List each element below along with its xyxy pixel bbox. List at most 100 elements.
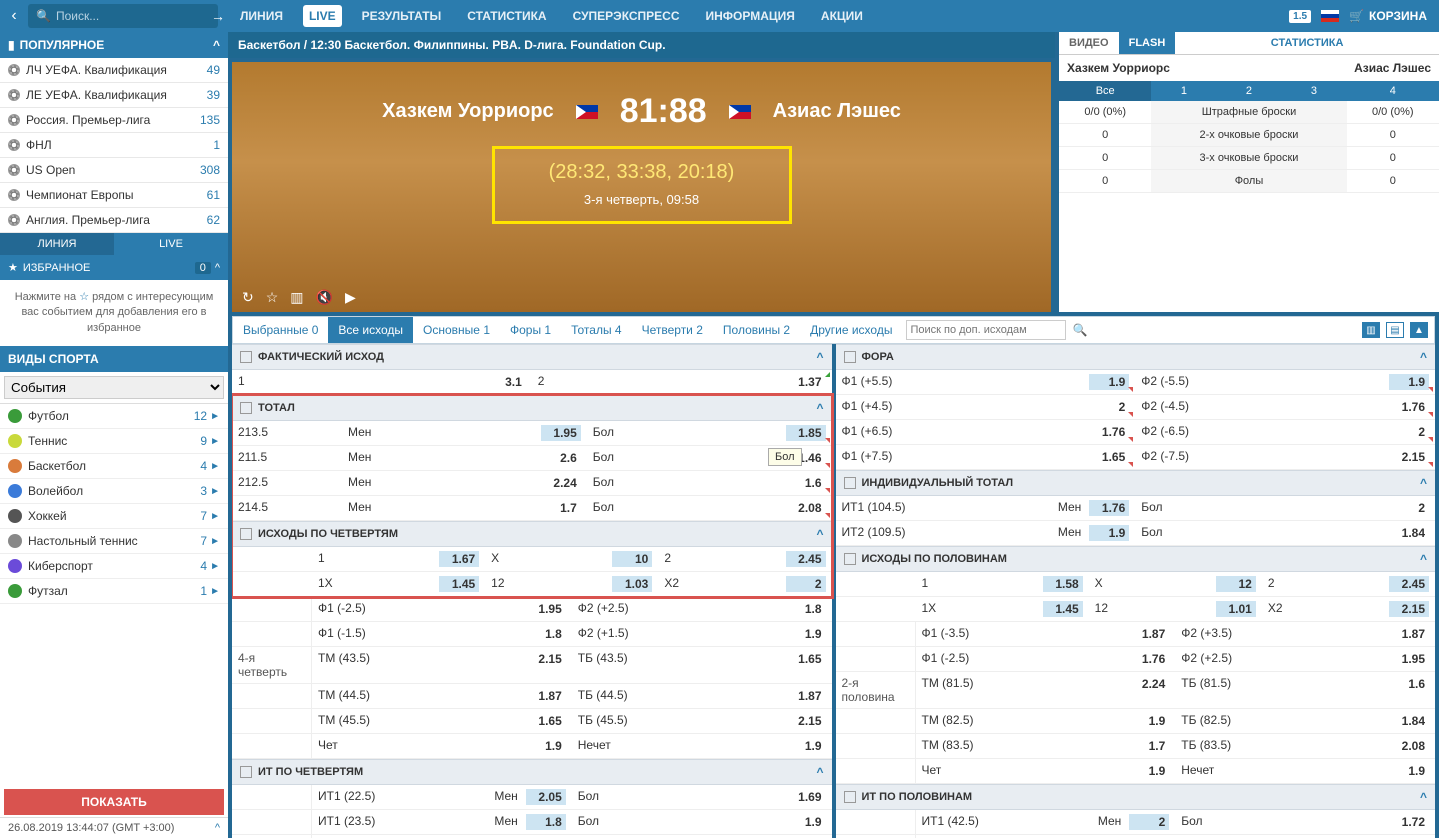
popular-item[interactable]: ФНЛ1 <box>0 133 228 158</box>
market-search-icon[interactable]: 🔍 <box>1066 323 1093 337</box>
market-tab[interactable]: Другие исходы <box>800 317 902 343</box>
odds-cell[interactable]: Нечет1.9 <box>1175 759 1435 783</box>
market-header[interactable]: ИСХОДЫ ПО ЧЕТВЕРТЯМ^ <box>232 521 832 547</box>
odds-cell[interactable]: ТМ (83.5)1.7 <box>916 734 1176 758</box>
odds-cell[interactable]: ТМ (44.5)1.87 <box>312 684 572 708</box>
market-tab[interactable]: Форы 1 <box>500 317 561 343</box>
odds-cell[interactable]: Бол1.69 <box>572 785 832 809</box>
odds-cell[interactable]: Бол1.9 <box>572 810 832 834</box>
odds-cell[interactable]: Ф2 (-7.5)2.15 <box>1135 445 1435 469</box>
odds-cell[interactable]: Ф2 (+2.5)1.8 <box>572 597 832 621</box>
market-tab[interactable]: Половины 2 <box>713 317 800 343</box>
rc-tab-flash[interactable]: FLASH <box>1119 32 1176 54</box>
video-icon[interactable]: ▶ <box>345 289 356 306</box>
sport-item[interactable]: Баскетбол4► <box>0 454 228 479</box>
search-go-icon[interactable]: → <box>211 8 225 24</box>
odds-cell[interactable]: 22.45 <box>658 547 831 571</box>
odds-cell[interactable]: Бол2.08 <box>587 496 832 520</box>
checkbox[interactable] <box>240 351 252 363</box>
favorites-header[interactable]: ★ ИЗБРАННОЕ 0 ^ <box>0 255 228 280</box>
rc-tab-stats[interactable]: СТАТИСТИКА <box>1175 32 1439 54</box>
odds-cell[interactable]: Бол1.72 <box>1175 810 1435 834</box>
popular-item[interactable]: US Open308 <box>0 158 228 183</box>
odds-cell[interactable]: Ф2 (+2.5)1.95 <box>1175 647 1435 671</box>
stat-col[interactable]: 1 <box>1151 81 1216 101</box>
odds-cell[interactable]: Мен1.95 <box>342 421 587 445</box>
odds-cell[interactable]: ИТ1 (23.5)Мен1.8 <box>312 810 572 834</box>
collapse-icon[interactable]: ^ <box>816 350 823 364</box>
odds-cell[interactable]: ТМ (45.5)1.65 <box>312 709 572 733</box>
odds-cell[interactable]: ИТ2 (109.5)Мен1.9 <box>836 521 1136 545</box>
nav-link-линия[interactable]: ЛИНИЯ <box>234 5 289 27</box>
market-tab[interactable]: Выбранные 0 <box>233 317 328 343</box>
sport-item[interactable]: Волейбол3► <box>0 479 228 504</box>
market-tab[interactable]: Все исходы <box>328 317 413 343</box>
odds-format-badge[interactable]: 1.5 <box>1289 10 1311 23</box>
stat-col[interactable]: 4 <box>1347 81 1439 101</box>
odds-cell[interactable]: 11.58 <box>916 572 1089 596</box>
checkbox[interactable] <box>844 791 856 803</box>
sport-item[interactable]: Хоккей7► <box>0 504 228 529</box>
odds-cell[interactable]: ТМ (81.5)2.24 <box>916 672 1176 708</box>
odds-cell[interactable]: ИТ1 (22.5)Мен2.05 <box>312 785 572 809</box>
popular-item[interactable]: Чемпионат Европы61 <box>0 183 228 208</box>
show-button[interactable]: ПОКАЗАТЬ <box>4 789 224 815</box>
search-input[interactable] <box>56 9 211 23</box>
cart-button[interactable]: 🛒 КОРЗИНА <box>1349 9 1427 23</box>
odds-cell[interactable]: 1X1.45 <box>916 597 1089 621</box>
odds-cell[interactable]: Бол1.84 <box>1135 521 1435 545</box>
odds-cell[interactable]: Чет1.9 <box>312 734 572 758</box>
odds-cell[interactable]: Бол1.85 <box>587 421 832 445</box>
market-header[interactable]: ИТ ПО ПОЛОВИНАМ^ <box>836 784 1436 810</box>
mute-icon[interactable]: 🔇 <box>316 289 333 306</box>
odds-cell[interactable]: X12 <box>1089 572 1262 596</box>
market-header[interactable]: ТОТАЛ^ <box>232 395 832 421</box>
stats-icon[interactable]: ▥ <box>290 289 303 306</box>
rc-tab-video[interactable]: ВИДЕО <box>1059 32 1119 54</box>
collapse-icon[interactable]: ^ <box>1420 552 1427 566</box>
market-header[interactable]: ИСХОДЫ ПО ПОЛОВИНАМ^ <box>836 546 1436 572</box>
nav-link-суперэкспресс[interactable]: СУПЕРЭКСПРЕСС <box>567 5 686 27</box>
popular-item[interactable]: Англия. Премьер-лига62 <box>0 208 228 233</box>
odds-cell[interactable]: Ф1 (-3.5)1.87 <box>916 622 1176 646</box>
footer-chevron-icon[interactable]: ^ <box>215 822 220 834</box>
market-header[interactable]: ФОРА^ <box>836 344 1436 370</box>
odds-cell[interactable]: ТБ (44.5)1.87 <box>572 684 832 708</box>
odds-cell[interactable]: Чет1.9 <box>916 759 1176 783</box>
back-button[interactable]: ‹ <box>0 7 28 25</box>
odds-cell[interactable]: Ф2 (-4.5)1.76 <box>1135 395 1435 419</box>
market-header[interactable]: ИНДИВИДУАЛЬНЫЙ ТОТАЛ^ <box>836 470 1436 496</box>
sidebar-tab-line[interactable]: ЛИНИЯ <box>0 233 114 255</box>
sport-item[interactable]: Киберспорт4► <box>0 554 228 579</box>
odds-cell[interactable]: Ф1 (+4.5)2 <box>836 395 1136 419</box>
sport-item[interactable]: Настольный теннис7► <box>0 529 228 554</box>
odds-cell[interactable]: ТБ (82.5)1.84 <box>1175 709 1435 733</box>
search-box[interactable]: 🔍 → <box>28 4 218 28</box>
market-tab[interactable]: Четверти 2 <box>632 317 713 343</box>
refresh-icon[interactable]: ↻ <box>242 289 254 306</box>
odds-cell[interactable]: Ф1 (-2.5)1.95 <box>312 597 572 621</box>
nav-link-live[interactable]: LIVE <box>303 5 342 27</box>
odds-cell[interactable]: Бол1.6 <box>587 471 832 495</box>
chevron-up-icon[interactable]: ^ <box>213 38 220 52</box>
odds-cell[interactable]: ТМ (43.5)2.15 <box>312 647 572 683</box>
layout-1col-icon[interactable]: ▤ <box>1386 322 1404 338</box>
odds-cell[interactable]: 21.37 <box>532 370 832 394</box>
odds-cell[interactable]: 121.03 <box>485 572 658 596</box>
star-icon[interactable]: ☆ <box>266 289 279 306</box>
sports-filter-select[interactable]: События <box>4 376 224 399</box>
market-tab[interactable]: Тоталы 4 <box>561 317 631 343</box>
odds-cell[interactable]: X22.15 <box>1262 597 1435 621</box>
collapse-icon[interactable]: ^ <box>816 765 823 779</box>
sport-item[interactable]: Футзал1► <box>0 579 228 604</box>
odds-cell[interactable]: Нечет1.9 <box>572 734 832 758</box>
collapse-icon[interactable]: ^ <box>816 527 823 541</box>
nav-link-информация[interactable]: ИНФОРМАЦИЯ <box>700 5 801 27</box>
popular-header[interactable]: ▮ ПОПУЛЯРНОЕ ^ <box>0 32 228 58</box>
market-header[interactable]: ФАКТИЧЕСКИЙ ИСХОД^ <box>232 344 832 370</box>
sidebar-tab-live[interactable]: LIVE <box>114 233 228 255</box>
checkbox[interactable] <box>844 477 856 489</box>
collapse-icon[interactable]: ^ <box>1420 350 1427 364</box>
stat-col[interactable]: 3 <box>1281 81 1346 101</box>
checkbox[interactable] <box>240 766 252 778</box>
